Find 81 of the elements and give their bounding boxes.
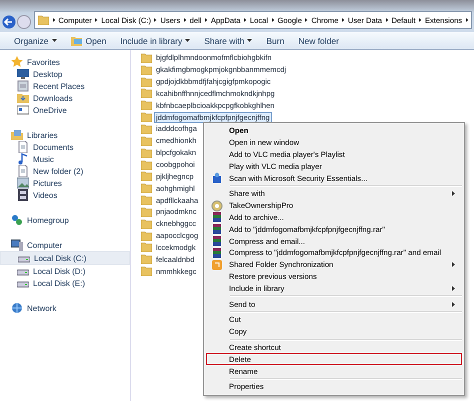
sidebar-item[interactable]: Music	[0, 153, 130, 165]
submenu-arrow-icon	[452, 262, 455, 268]
sidebar-header[interactable]: Favorites	[0, 56, 130, 68]
sidebar-header[interactable]: Computer	[0, 239, 130, 251]
archive-books-icon	[211, 211, 223, 224]
sidebar-item[interactable]: Downloads	[0, 92, 130, 104]
recent-places-icon	[17, 80, 29, 92]
folder-icon	[141, 183, 152, 194]
sidebar-item[interactable]: Pictures	[0, 177, 130, 189]
folder-icon	[141, 112, 152, 122]
homegroup-icon	[11, 214, 23, 226]
submenu-arrow-icon	[452, 302, 455, 307]
document-icon	[17, 165, 29, 177]
sidebar-item[interactable]: New folder (2)	[0, 165, 130, 177]
sidebar-header[interactable]: Libraries	[0, 129, 130, 141]
sidebar-item[interactable]: OneDrive	[0, 104, 130, 116]
caret-icon	[185, 38, 190, 42]
folder-icon	[141, 242, 152, 252]
archive-books-icon	[211, 223, 223, 236]
sidebar-item[interactable]: Recent Places	[0, 80, 130, 92]
toolbar-button[interactable]: Organize	[8, 33, 62, 48]
breadcrumb-arrow-icon	[52, 17, 55, 23]
breadcrumb-arrow-icon	[466, 17, 468, 23]
submenu-arrow-icon	[452, 286, 455, 291]
breadcrumb-arrow-icon	[95, 17, 98, 23]
toolbar-button[interactable]: Share with	[198, 33, 258, 48]
sidebar-header[interactable]: Network	[0, 302, 130, 314]
folder-icon	[141, 148, 152, 158]
submenu-arrow-icon	[452, 191, 455, 196]
breadcrumb-arrow-icon	[272, 17, 274, 23]
caret-icon	[247, 38, 252, 42]
folder-icon	[141, 171, 152, 182]
breadcrumb-arrow-icon	[184, 17, 186, 23]
folder-icon	[141, 195, 152, 206]
star-icon	[11, 56, 23, 68]
computer-icon	[11, 239, 23, 251]
folder-icon	[141, 218, 152, 229]
breadcrumb-arrow-icon	[244, 17, 246, 23]
network-icon	[11, 302, 23, 314]
archive-books-icon	[211, 246, 223, 259]
breadcrumb-arrow-icon	[342, 17, 344, 23]
toolbar-button[interactable]: New folder	[292, 33, 345, 48]
back-button[interactable]	[2, 15, 16, 29]
folder-icon	[141, 100, 152, 110]
music-note-icon	[17, 153, 29, 165]
monitor-icon	[17, 68, 29, 80]
archive-books-icon	[211, 235, 223, 248]
sidebar-item[interactable]: Desktop	[0, 68, 130, 80]
folder-icon	[38, 15, 49, 25]
open-folder-icon	[70, 36, 82, 46]
folder-icon	[141, 76, 152, 87]
breadcrumb-arrow-icon	[205, 17, 208, 23]
sidebar-item[interactable]: Videos	[0, 189, 130, 201]
sidebar-item[interactable]: Local Disk (E:)	[0, 277, 130, 289]
folder-icon	[141, 64, 152, 75]
folder-icon	[141, 266, 152, 276]
document-icon	[17, 141, 29, 153]
toolbar-button[interactable]: Include in library	[114, 33, 196, 48]
breadcrumb-arrow-icon	[305, 17, 308, 23]
folder-icon	[141, 254, 152, 264]
film-icon	[17, 189, 29, 201]
breadcrumb-arrow-icon	[386, 17, 388, 23]
folder-icon	[17, 92, 29, 104]
caret-icon	[52, 38, 56, 42]
picture-icon	[17, 177, 29, 189]
folder-icon	[141, 206, 152, 217]
folder-icon	[141, 230, 152, 241]
folder-icon	[141, 88, 152, 98]
toolbar-button[interactable]: Open	[64, 33, 112, 48]
folder-icon	[141, 124, 152, 134]
breadcrumb-arrow-icon	[154, 17, 157, 23]
sidebar-item[interactable]: Documents	[0, 141, 130, 153]
folder-icon	[141, 160, 152, 170]
sidebar-header[interactable]: Homegroup	[0, 214, 130, 226]
folder-icon	[141, 136, 152, 146]
library-icon	[11, 129, 23, 141]
toolbar-button[interactable]: Burn	[260, 33, 290, 48]
sidebar-item[interactable]: Local Disk (C:)	[0, 251, 130, 265]
sidebar-item[interactable]: Local Disk (D:)	[0, 265, 130, 277]
folder-icon	[141, 52, 152, 63]
breadcrumb-arrow-icon	[419, 17, 422, 23]
